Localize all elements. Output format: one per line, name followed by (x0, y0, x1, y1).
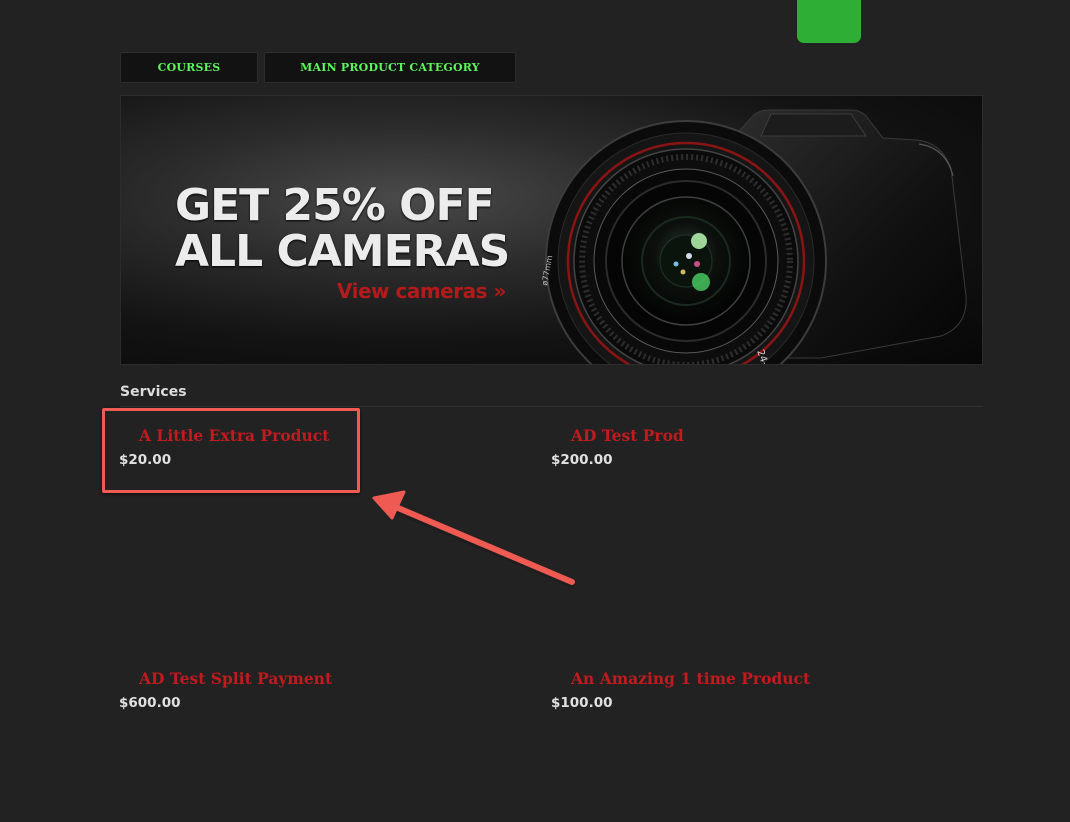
product-link[interactable]: AD Test Prod (571, 426, 684, 445)
promo-banner[interactable]: GET 25% OFF ALL CAMERAS View cameras » ø… (120, 95, 983, 365)
nav-main-category-button[interactable]: MAIN PRODUCT CATEGORY (264, 52, 516, 83)
banner-headline-line2: ALL CAMERAS (175, 226, 510, 277)
product-price: $100.00 (551, 695, 613, 711)
section-divider (120, 406, 983, 407)
section-title: Services (120, 384, 187, 400)
product-link[interactable]: AD Test Split Payment (139, 669, 332, 688)
product-link[interactable]: An Amazing 1 time Product (571, 669, 810, 688)
product-price: $600.00 (119, 695, 181, 711)
product-link[interactable]: A Little Extra Product (139, 426, 329, 445)
top-green-tab[interactable] (797, 0, 861, 43)
camera-image: 24-105mm 1:4 ø77mm (540, 109, 967, 364)
product-price: $20.00 (119, 452, 172, 468)
view-cameras-link[interactable]: View cameras » (337, 279, 506, 303)
annotation-arrow-icon (372, 490, 576, 588)
nav-courses-button[interactable]: COURSES (120, 52, 258, 83)
banner-headline-line1: GET 25% OFF (175, 180, 495, 231)
annotation-highlight-box (102, 408, 360, 493)
product-price: $200.00 (551, 452, 613, 468)
